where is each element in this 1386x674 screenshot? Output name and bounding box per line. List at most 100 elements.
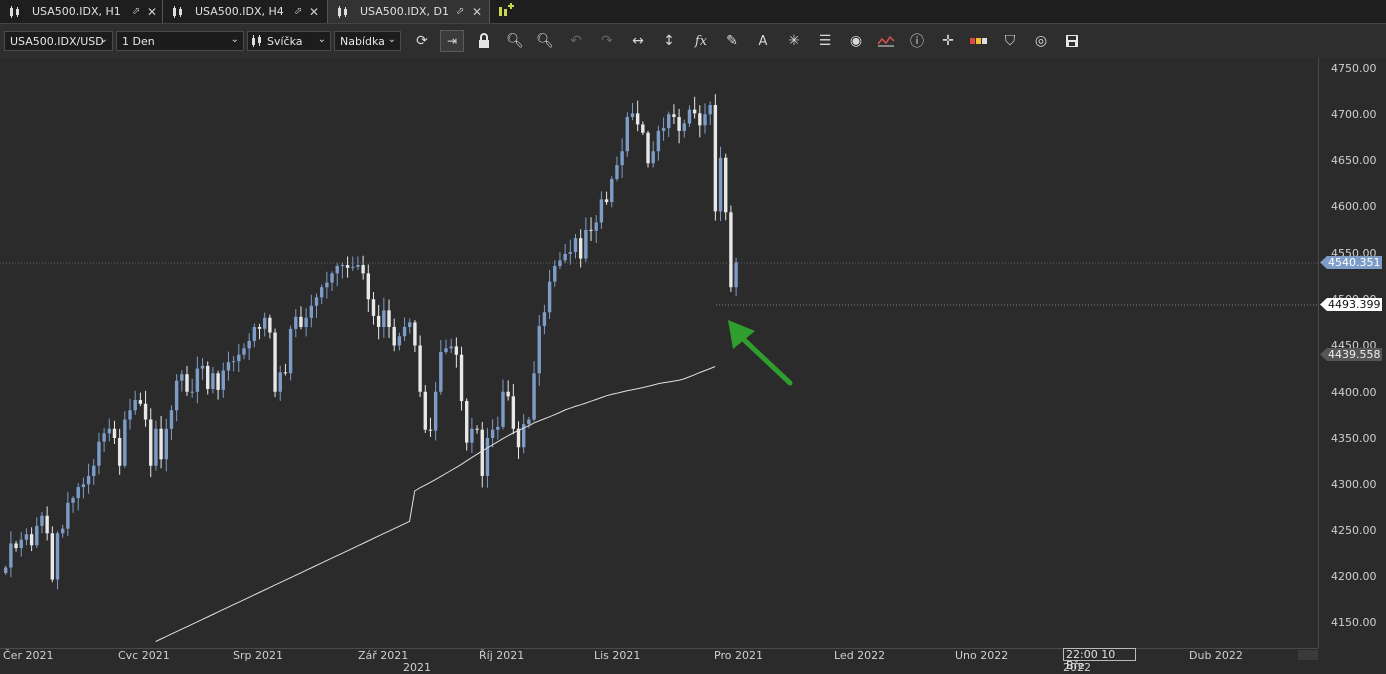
candle-body [164, 428, 168, 460]
text-icon: A [758, 33, 768, 49]
x-tick-label: Pro 2021 [714, 649, 763, 662]
vertical-stretch-button[interactable]: ↕ [657, 30, 681, 52]
circle-button[interactable]: ◎ [1029, 30, 1053, 52]
chart-toolbar: USA500.IDX/USD ⌄ 1 Den ⌄ Svíčka ⌄ Nabídk… [0, 24, 1386, 59]
function-icon: fx [694, 33, 708, 49]
candle-body [402, 327, 407, 337]
crosshair-button[interactable]: ✛ [936, 30, 960, 52]
period-value: 1 Den [122, 34, 155, 48]
price-chart[interactable] [0, 58, 1318, 648]
y-tick-label: 4700.00 [1331, 108, 1377, 121]
undo-button[interactable]: ↶ [564, 30, 588, 52]
candle-body [698, 113, 702, 126]
year-label: 2021 [403, 661, 431, 674]
crosshair-icon: ✛ [942, 33, 954, 49]
candle-body [734, 262, 738, 288]
candle-body [226, 362, 231, 371]
candle-body [185, 374, 189, 392]
y-tick-label: 4650.00 [1331, 154, 1377, 167]
candle-body [610, 179, 614, 203]
auto-shift-button[interactable]: ⇥ [440, 30, 464, 52]
candle-body [247, 340, 251, 349]
candle-body [345, 265, 350, 268]
add-chart-tab-icon[interactable] [496, 3, 514, 19]
indicator-button[interactable] [874, 30, 898, 52]
zoom-in-button[interactable]: 🔍︎ [503, 30, 527, 52]
color-bars-button[interactable] [967, 30, 991, 52]
candle-body [392, 327, 396, 346]
offer-side-select[interactable]: Nabídka ⌄ [334, 31, 401, 51]
candle-body [713, 105, 718, 212]
candle-body [480, 429, 484, 476]
candle-body [304, 317, 308, 327]
candle-body [35, 525, 39, 546]
candle-body [268, 317, 272, 333]
paint-bucket-button[interactable]: ⛉ [998, 30, 1022, 52]
color-bars-icon [970, 38, 987, 44]
candle-body [231, 361, 236, 363]
candle-body [325, 282, 329, 288]
candle-body [387, 310, 391, 327]
candle-body [428, 429, 433, 431]
candle-body [661, 128, 666, 131]
candle-body [356, 265, 360, 267]
candle-body [408, 322, 412, 327]
tab-usa500-h1[interactable]: USA500.IDX, H1 ⬀ ✕ [0, 0, 163, 23]
candle-body [501, 391, 505, 427]
tab-usa500-d1[interactable]: USA500.IDX, D1 ⬀ ✕ [328, 0, 490, 23]
candle-body [60, 528, 65, 534]
popout-icon[interactable]: ⬀ [132, 6, 140, 17]
popout-icon[interactable]: ⬀ [294, 6, 302, 17]
close-icon[interactable]: ✕ [309, 5, 319, 19]
candle-body [651, 151, 655, 164]
close-icon[interactable]: ✕ [472, 5, 482, 19]
zoom-out-button[interactable]: 🔍︎ [533, 30, 557, 52]
info-button[interactable]: ⓘ [905, 30, 929, 52]
candle-body [635, 113, 640, 125]
zoom-out-icon: 🔍︎ [536, 33, 554, 49]
candle-body [257, 327, 262, 329]
layers-button[interactable]: ☰ [813, 30, 837, 52]
candle-body [76, 487, 80, 499]
save-button[interactable] [1060, 30, 1084, 52]
candle-body [532, 373, 536, 420]
tab-usa500-h4[interactable]: USA500.IDX, H4 ⬀ ✕ [163, 0, 328, 23]
candle-body [211, 373, 215, 389]
candle-body [40, 515, 44, 526]
y-tick-label: 4750.00 [1331, 62, 1377, 75]
candle-body [729, 212, 733, 288]
refresh-button[interactable]: ⟳ [410, 30, 434, 52]
candle-body [439, 351, 443, 392]
candlestick-plot[interactable] [0, 58, 1318, 648]
candle-body [200, 365, 205, 369]
tab-label: USA500.IDX, D1 [360, 5, 449, 18]
candle-body [433, 391, 438, 431]
popout-icon[interactable]: ⬀ [456, 6, 464, 17]
pencil-button[interactable]: ✎ [720, 30, 744, 52]
close-icon[interactable]: ✕ [147, 5, 157, 19]
eye-button[interactable]: ◉ [844, 30, 868, 52]
horizontal-stretch-button[interactable]: ↔ [626, 30, 650, 52]
redo-button[interactable]: ↷ [595, 30, 619, 52]
candle-body [625, 117, 629, 152]
time-scrollbar[interactable] [1298, 650, 1318, 660]
y-tick-label: 4400.00 [1331, 386, 1377, 399]
instrument-select[interactable]: USA500.IDX/USD ⌄ [4, 31, 113, 51]
text-button[interactable]: A [751, 30, 775, 52]
candle-body [724, 157, 728, 213]
period-select[interactable]: 1 Den ⌄ [116, 31, 244, 51]
candle-body [237, 354, 241, 362]
crosshair-multi-button[interactable]: ✳ [782, 30, 806, 52]
candle-body [14, 543, 18, 549]
candle-body [397, 336, 402, 346]
horizontal-stretch-icon: ↔ [632, 33, 644, 49]
candle-body [86, 475, 91, 485]
candle-body [475, 428, 479, 430]
candle-body [216, 373, 220, 390]
y-tick-label: 4300.00 [1331, 478, 1377, 491]
function-button[interactable]: fx [689, 30, 713, 52]
chart-type-select[interactable]: Svíčka ⌄ [247, 31, 331, 51]
y-tick-label: 4150.00 [1331, 616, 1377, 629]
x-tick-label: Srp 2021 [233, 649, 283, 662]
lock-button[interactable] [472, 30, 496, 52]
